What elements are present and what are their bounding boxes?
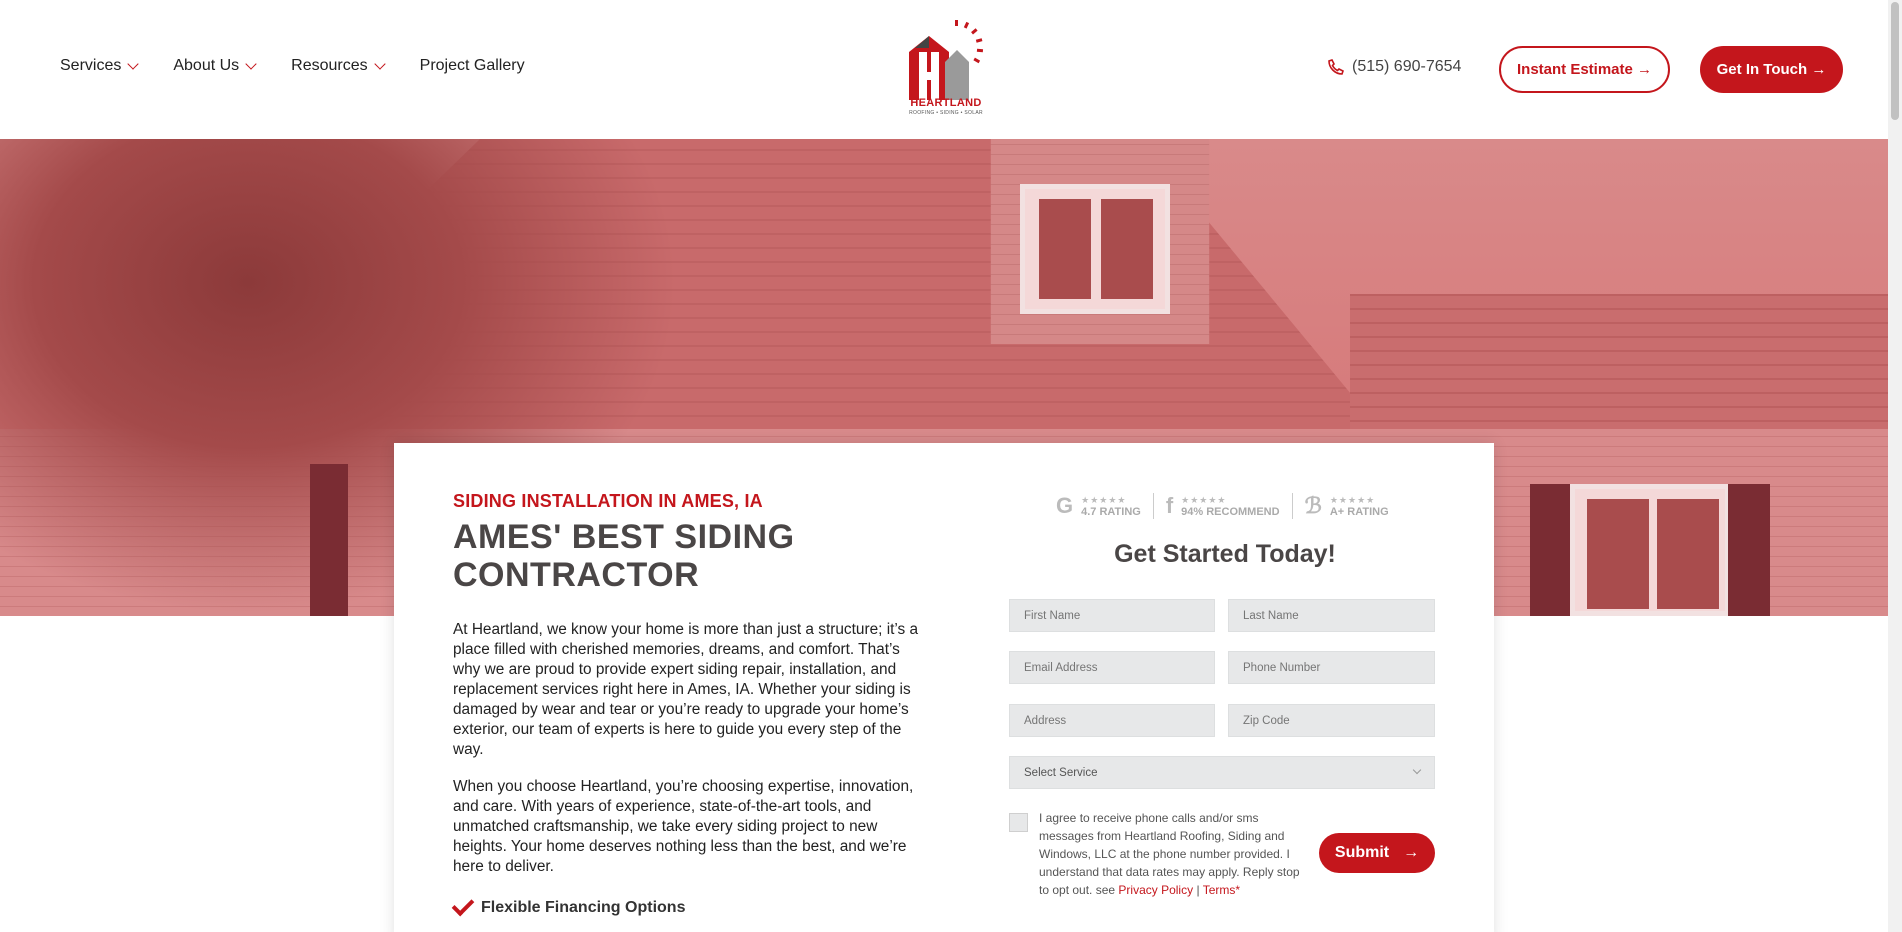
scrollbar-thumb[interactable] bbox=[1891, 2, 1899, 120]
nav-about-us-label: About Us bbox=[173, 57, 240, 74]
section-eyebrow: SIDING INSTALLATION IN AMES, IA bbox=[453, 491, 763, 511]
phone-icon bbox=[1328, 59, 1344, 75]
nav-project-gallery-label: Project Gallery bbox=[419, 57, 525, 74]
hero-roof-right bbox=[1350, 294, 1888, 434]
facebook-icon: f bbox=[1165, 493, 1174, 518]
hero-shutter bbox=[310, 464, 348, 616]
chevron-down-icon bbox=[1412, 765, 1422, 775]
hero-shutter bbox=[1530, 484, 1572, 616]
feature-item: Flexible Financing Options bbox=[451, 893, 686, 917]
nav-project-gallery[interactable]: Project Gallery bbox=[420, 57, 525, 75]
link-separator: | bbox=[1196, 883, 1200, 897]
get-in-touch-button[interactable]: Get In Touch → bbox=[1700, 46, 1843, 93]
chevron-down-icon bbox=[373, 57, 386, 70]
checkmark-icon bbox=[451, 893, 475, 917]
service-select-value: Select Service bbox=[1024, 766, 1098, 779]
consent-checkbox[interactable] bbox=[1009, 813, 1028, 832]
google-icon: G bbox=[1056, 493, 1074, 518]
privacy-policy-link[interactable]: Privacy Policy bbox=[1118, 883, 1193, 897]
logo-tagline: ROOFING • SIDING • SOLAR bbox=[909, 110, 983, 116]
rating-stars: ★★★★★ bbox=[1329, 494, 1376, 505]
submit-button[interactable]: Submit → bbox=[1319, 833, 1435, 873]
bbb-icon: ℬ bbox=[1304, 493, 1322, 518]
instant-estimate-button[interactable]: Instant Estimate → bbox=[1499, 46, 1670, 93]
phone-number: (515) 690-7654 bbox=[1352, 58, 1462, 75]
nav-resources-label: Resources bbox=[291, 57, 368, 74]
site-header: Services About Us Resources Project Gall… bbox=[0, 0, 1888, 139]
email-field[interactable] bbox=[1009, 651, 1215, 684]
page-title: AMES' BEST SIDING CONTRACTOR bbox=[453, 518, 795, 594]
why-paragraph: When you choose Heartland, you’re choosi… bbox=[453, 778, 914, 875]
nav-services[interactable]: Services bbox=[60, 57, 140, 75]
rating-label: 94% RECOMMEND bbox=[1181, 505, 1280, 518]
address-field[interactable] bbox=[1009, 704, 1215, 737]
ratings-bar: G ★★★★★ 4.7 RATING f ★★★★★ 94% RECOMMEND… bbox=[1044, 493, 1401, 519]
service-select[interactable]: Select Service bbox=[1009, 756, 1435, 789]
rating-stars: ★★★★★ bbox=[1081, 494, 1127, 505]
form-title: Get Started Today! bbox=[1114, 540, 1336, 568]
nav-resources[interactable]: Resources bbox=[291, 57, 386, 75]
hero-window bbox=[1020, 184, 1170, 314]
rating-facebook: f ★★★★★ 94% RECOMMEND bbox=[1154, 493, 1293, 519]
zip-field[interactable] bbox=[1228, 704, 1435, 737]
rating-stars: ★★★★★ bbox=[1181, 494, 1227, 505]
intro-paragraph: At Heartland, we know your home is more … bbox=[453, 621, 919, 758]
chevron-down-icon bbox=[127, 57, 140, 70]
consent-text: I agree to receive phone calls and/or sm… bbox=[1039, 809, 1309, 899]
rating-label: A+ RATING bbox=[1329, 505, 1389, 518]
hero-window bbox=[1570, 484, 1730, 616]
nav-about-us[interactable]: About Us bbox=[173, 57, 257, 75]
content-card: SIDING INSTALLATION IN AMES, IA AMES' BE… bbox=[394, 443, 1494, 932]
nav-services-label: Services bbox=[60, 57, 122, 74]
chevron-down-icon bbox=[245, 57, 257, 70]
required-marker: * bbox=[1235, 883, 1241, 897]
logo-wordmark: HEARTLAND bbox=[910, 97, 982, 109]
rating-label: 4.7 RATING bbox=[1081, 505, 1141, 518]
rating-bbb: ℬ ★★★★★ A+ RATING bbox=[1293, 493, 1401, 519]
phone-link[interactable]: (515) 690-7654 bbox=[1328, 58, 1461, 76]
hero-shutter bbox=[1728, 484, 1770, 616]
arrow-right-icon: → bbox=[1403, 844, 1420, 861]
submit-label: Submit bbox=[1334, 844, 1390, 861]
phone-field[interactable] bbox=[1228, 651, 1435, 684]
page-scrollbar[interactable] bbox=[1888, 0, 1902, 932]
last-name-field[interactable] bbox=[1228, 599, 1435, 632]
main-nav: Services About Us Resources Project Gall… bbox=[60, 57, 525, 75]
first-name-field[interactable] bbox=[1009, 599, 1215, 632]
terms-link[interactable]: Terms bbox=[1203, 883, 1236, 897]
feature-label: Flexible Financing Options bbox=[481, 899, 686, 916]
rating-google: G ★★★★★ 4.7 RATING bbox=[1044, 493, 1154, 519]
